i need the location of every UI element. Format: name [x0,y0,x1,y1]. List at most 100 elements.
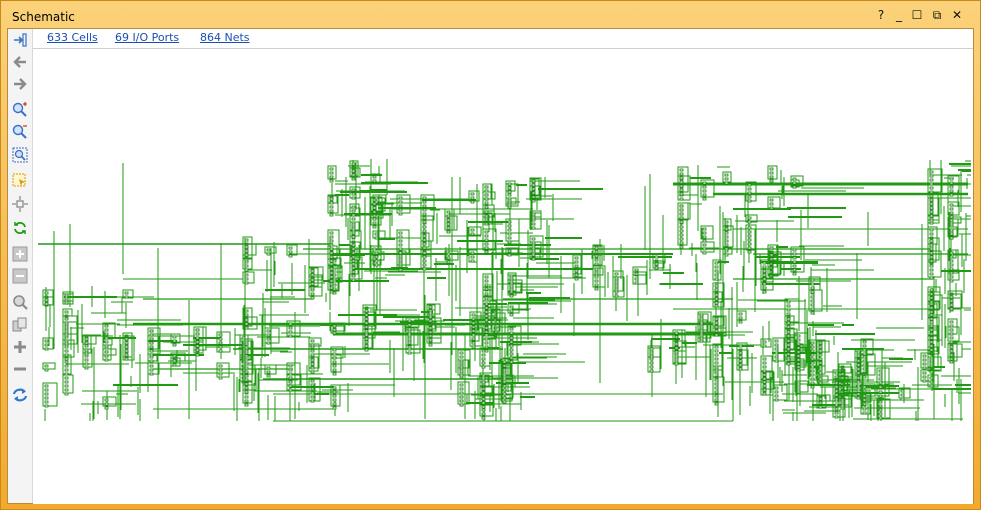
cell-block[interactable] [484,185,489,189]
back-button[interactable] [11,53,29,71]
cell-block[interactable] [507,236,512,240]
cell-block[interactable] [481,408,486,412]
cell-block[interactable] [574,273,579,277]
cell-block[interactable] [244,281,249,285]
cell-block[interactable] [856,350,861,354]
cell-block[interactable] [446,218,451,222]
cell-block[interactable] [351,169,356,173]
help-button[interactable]: ? [874,8,888,22]
cell-block[interactable] [310,282,315,286]
cell-block[interactable] [509,309,514,313]
cell-block[interactable] [195,332,200,336]
cell-block[interactable] [509,305,514,309]
cell-block[interactable] [484,292,489,296]
cell-block[interactable] [878,412,883,416]
cell-block[interactable] [470,200,475,204]
cell-block[interactable] [738,351,743,355]
cell-block[interactable] [810,307,815,311]
cell-block[interactable] [949,279,954,283]
cell-block[interactable] [398,200,403,204]
forward-button[interactable] [11,75,29,93]
cell-block[interactable] [332,368,337,372]
cell-block[interactable] [929,320,934,324]
cell-block[interactable] [762,377,767,381]
cell-block[interactable] [509,331,514,335]
cell-block[interactable] [949,307,954,311]
cell-block[interactable] [818,371,823,375]
cell-block[interactable] [769,175,774,179]
cell-block[interactable] [351,235,356,239]
cell-block[interactable] [699,317,704,321]
cell-block[interactable] [484,302,489,306]
cell-block[interactable] [218,349,223,353]
cell-block[interactable] [929,178,934,182]
cell-block[interactable] [929,194,934,198]
cell-block[interactable] [714,386,719,390]
cell-block[interactable] [796,346,801,350]
cell-block[interactable] [774,347,779,351]
cell-block[interactable] [484,230,489,234]
cell-block[interactable] [818,405,823,409]
cell-block[interactable] [244,386,249,390]
cell-block[interactable] [124,345,129,349]
cell-block[interactable] [398,235,403,239]
cell-block[interactable] [834,415,839,419]
cell-block[interactable] [502,380,507,384]
cell-block[interactable] [810,286,815,290]
cell-block[interactable] [310,292,315,296]
cell-block[interactable] [351,251,356,255]
cell-block[interactable] [398,204,403,208]
cell-block[interactable] [949,357,954,361]
cell-block[interactable] [949,218,954,222]
cell-block[interactable] [481,416,486,420]
cell-block[interactable] [509,340,514,344]
cell-block[interactable] [374,263,379,267]
cell-block[interactable] [481,391,486,395]
cell-block[interactable] [714,390,719,394]
cell-block[interactable] [856,367,861,371]
cell-block[interactable] [531,179,536,183]
cell-block[interactable] [64,388,69,392]
cell-block[interactable] [649,361,654,365]
cell-block[interactable] [818,357,823,361]
cell-block[interactable] [351,173,356,177]
cell-block[interactable] [507,232,512,236]
cell-block[interactable] [786,334,791,338]
cell-block[interactable] [929,306,934,310]
cell-block[interactable] [929,328,934,332]
cell-block[interactable] [679,184,684,188]
cell-block[interactable] [481,349,486,353]
cell-block[interactable] [446,230,451,234]
cell-block[interactable] [702,239,707,243]
cell-block[interactable] [922,371,927,375]
cell-block[interactable] [674,335,679,339]
cell-block[interactable] [329,290,334,294]
cell-block[interactable] [244,309,249,313]
cell-block[interactable] [509,276,514,280]
cell-block[interactable] [422,216,427,220]
cell-block[interactable] [810,353,815,357]
cell-block[interactable] [484,283,489,287]
cell-block[interactable] [856,380,861,384]
cell-block[interactable] [792,260,797,264]
cell-block[interactable] [446,260,451,264]
cells-count-link[interactable]: 633 Cells [47,31,98,44]
cell-block[interactable] [834,411,839,415]
cell-block[interactable] [288,364,293,368]
cell-block[interactable] [762,373,767,377]
cell-block[interactable] [244,326,249,330]
cell-block[interactable] [422,204,427,208]
cell-block[interactable] [484,197,489,201]
cell-block[interactable] [862,398,867,402]
cell-block[interactable] [747,246,752,250]
cell-block[interactable] [422,238,427,242]
cell-block[interactable] [484,214,489,218]
cell-block[interactable] [834,397,839,401]
cell-block[interactable] [310,269,315,273]
cell-block[interactable] [372,206,377,210]
cell-block[interactable] [714,394,719,398]
cell-block[interactable] [594,267,599,271]
cell-block[interactable] [398,247,403,251]
cell-block[interactable] [104,344,109,348]
cell-block[interactable] [900,393,905,397]
